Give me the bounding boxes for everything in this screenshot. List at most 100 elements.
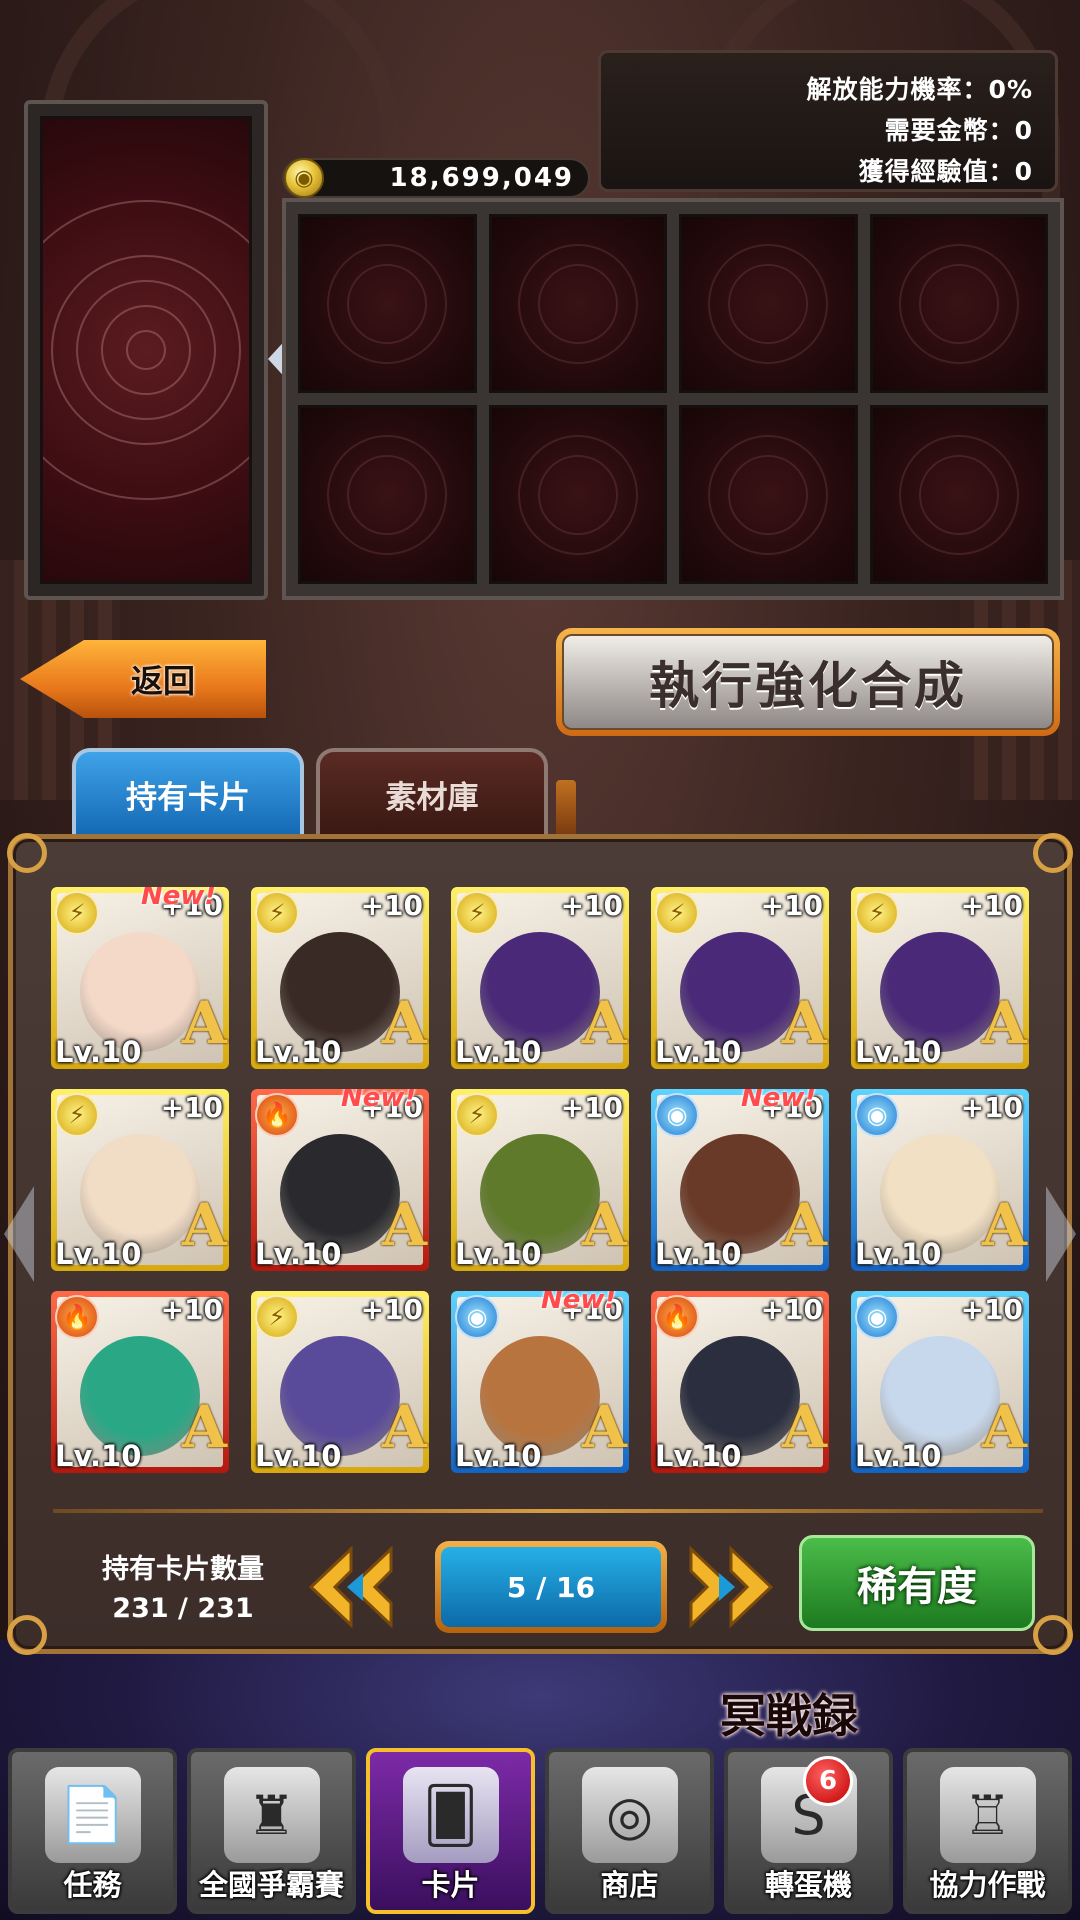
card-new-badge: New! <box>541 1291 617 1315</box>
last-page-button[interactable] <box>681 1537 781 1637</box>
scroll-left-icon[interactable] <box>4 1186 34 1282</box>
water-element-icon: ◉ <box>655 1093 699 1137</box>
bottom-nav: 📄 任務 ♜ 全國爭霸賽 🂠 卡片 ◎ 商店 S 轉蛋機 6 ♖ 協力作戰 <box>8 1748 1072 1918</box>
panel-divider <box>53 1509 1043 1513</box>
card-item[interactable]: ⚡ +10 A Lv.10 <box>251 887 429 1069</box>
card-plus-label: +10 <box>360 1293 423 1326</box>
card-level-label: Lv.10 <box>255 1237 342 1271</box>
scroll-right-icon[interactable] <box>1046 1186 1076 1282</box>
card-item[interactable]: ⚡ +10 A Lv.10 <box>851 887 1029 1069</box>
material-slot[interactable] <box>488 214 667 393</box>
rarity-sort-button[interactable]: 稀有度 <box>799 1535 1035 1631</box>
nav-item-throne[interactable]: ♜ 全國爭霸賽 <box>187 1748 356 1914</box>
card-level-label: Lv.10 <box>455 1237 542 1271</box>
tab-nub <box>556 780 576 836</box>
thunder-element-icon: ⚡ <box>55 1093 99 1137</box>
card-level-label: Lv.10 <box>855 1237 942 1271</box>
material-slot[interactable] <box>488 405 667 584</box>
material-slot[interactable] <box>679 214 858 393</box>
card-item[interactable]: ◉ +10 A Lv.10 <box>851 1089 1029 1271</box>
card-plus-label: +10 <box>360 889 423 922</box>
card-plus-label: +10 <box>560 1091 623 1124</box>
nav-label: 轉蛋機 <box>764 1868 852 1902</box>
card-rank-label: A <box>781 1393 827 1461</box>
nav-item-document[interactable]: 📄 任務 <box>8 1748 177 1914</box>
card-rank-label: A <box>381 1191 427 1259</box>
card-rank-label: A <box>381 1393 427 1461</box>
card-item[interactable]: ⚡ +10 A Lv.10 <box>451 1089 629 1271</box>
page-indicator: 5 / 16 <box>435 1541 667 1633</box>
base-card-slot[interactable] <box>24 100 268 600</box>
card-item[interactable]: ◉ +10 New! A Lv.10 <box>651 1089 829 1271</box>
card-level-label: Lv.10 <box>455 1439 542 1473</box>
execute-synthesis-label: 執行強化合成 <box>649 657 967 715</box>
card-rank-label: A <box>181 989 227 1057</box>
nav-label: 全國爭霸賽 <box>198 1868 344 1902</box>
card-rank-label: A <box>581 989 627 1057</box>
coins-icon: ◎ <box>581 1767 678 1864</box>
card-level-label: Lv.10 <box>655 1237 742 1271</box>
thunder-element-icon: ⚡ <box>255 891 299 935</box>
card-plus-label: +10 <box>760 1293 823 1326</box>
card-item[interactable]: ⚡ +10 A Lv.10 <box>451 887 629 1069</box>
required-coins-text: 需要金幣：0 <box>884 116 1033 145</box>
cards-icon: 🂠 <box>402 1767 499 1864</box>
material-slot[interactable] <box>869 214 1048 393</box>
card-list-panel: ⚡ +10 New! A Lv.10 ⚡ +10 A Lv.10 ⚡ +10 A Lv.10 ⚡ +10 A L… <box>7 833 1073 1655</box>
nav-label: 協力作戰 <box>929 1868 1046 1902</box>
card-level-label: Lv.10 <box>55 1035 142 1069</box>
thunder-element-icon: ⚡ <box>255 1295 299 1339</box>
card-item[interactable]: ⚡ +10 A Lv.10 <box>651 887 829 1069</box>
double-chevron-right-icon <box>689 1545 774 1629</box>
water-element-icon: ◉ <box>855 1093 899 1137</box>
card-item[interactable]: 🔥 +10 A Lv.10 <box>651 1291 829 1473</box>
card-count-title: 持有卡片數量 <box>102 1554 264 1585</box>
card-item[interactable]: ⚡ +10 A Lv.10 <box>251 1291 429 1473</box>
corner-ornament <box>7 1615 47 1655</box>
nav-item-gacha[interactable]: S 轉蛋機 6 <box>724 1748 893 1914</box>
fire-element-icon: 🔥 <box>55 1295 99 1339</box>
card-rank-label: A <box>981 1393 1027 1461</box>
card-rank-label: A <box>581 1191 627 1259</box>
fire-element-icon: 🔥 <box>655 1295 699 1339</box>
card-plus-label: +10 <box>960 1293 1023 1326</box>
tab-owned-cards-label: 持有卡片 <box>126 779 250 816</box>
card-rank-label: A <box>781 1191 827 1259</box>
material-slot[interactable] <box>869 405 1048 584</box>
card-rank-label: A <box>781 989 827 1057</box>
tab-owned-cards[interactable]: 持有卡片 <box>72 748 304 836</box>
card-item[interactable]: ◉ +10 New! A Lv.10 <box>451 1291 629 1473</box>
card-item[interactable]: 🔥 +10 A Lv.10 <box>51 1291 229 1473</box>
corner-ornament <box>1033 833 1073 873</box>
notification-badge: 6 <box>803 1756 853 1806</box>
card-item[interactable]: ⚡ +10 A Lv.10 <box>51 1089 229 1271</box>
first-page-button[interactable] <box>301 1537 401 1637</box>
double-chevron-left-icon <box>308 1545 393 1629</box>
card-plus-label: +10 <box>160 1091 223 1124</box>
material-slot[interactable] <box>298 214 477 393</box>
tab-material-storage[interactable]: 素材庫 <box>316 748 548 836</box>
rarity-sort-label: 稀有度 <box>857 1564 977 1610</box>
nav-item-castle[interactable]: ♖ 協力作戰 <box>903 1748 1072 1914</box>
card-level-label: Lv.10 <box>455 1035 542 1069</box>
water-element-icon: ◉ <box>455 1295 499 1339</box>
nav-item-coins[interactable]: ◎ 商店 <box>545 1748 714 1914</box>
gained-exp-text: 獲得經驗值：0 <box>858 157 1033 186</box>
card-plus-label: +10 <box>560 889 623 922</box>
material-slot[interactable] <box>298 405 477 584</box>
thunder-element-icon: ⚡ <box>655 891 699 935</box>
game-logo: 冥戦録 <box>720 1689 858 1743</box>
card-item[interactable]: ◉ +10 A Lv.10 <box>851 1291 1029 1473</box>
execute-synthesis-button[interactable]: 執行強化合成 <box>556 628 1060 736</box>
card-rank-label: A <box>981 989 1027 1057</box>
card-item[interactable]: ⚡ +10 New! A Lv.10 <box>51 887 229 1069</box>
card-level-label: Lv.10 <box>55 1237 142 1271</box>
card-new-badge: New! <box>341 1089 417 1113</box>
release-rate-text: 解放能力機率：0% <box>806 75 1033 104</box>
nav-item-cards[interactable]: 🂠 卡片 <box>366 1748 535 1914</box>
nav-label: 卡片 <box>421 1868 480 1902</box>
card-item[interactable]: 🔥 +10 New! A Lv.10 <box>251 1089 429 1271</box>
card-plus-label: +10 <box>760 889 823 922</box>
material-slot[interactable] <box>679 405 858 584</box>
card-plus-label: +10 <box>960 889 1023 922</box>
